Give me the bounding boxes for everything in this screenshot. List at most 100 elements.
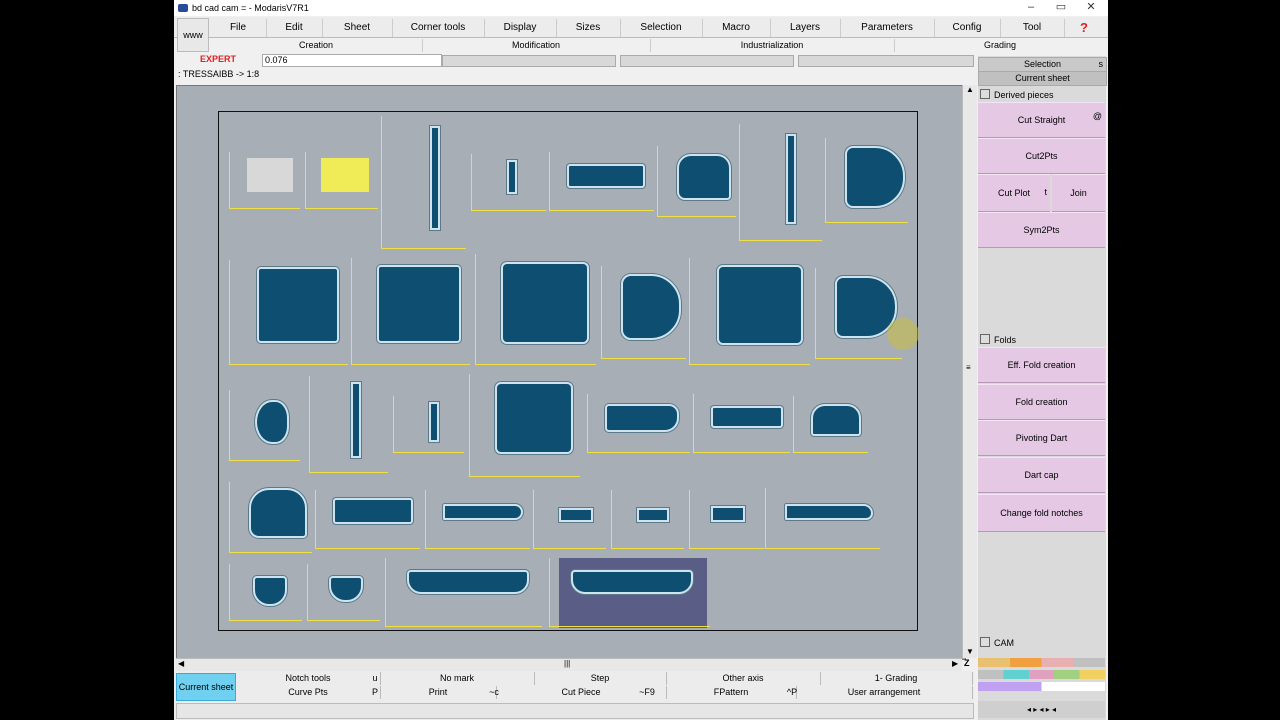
pivoting-dart-button[interactable]: Pivoting Dart xyxy=(978,420,1105,456)
pattern-piece[interactable] xyxy=(351,382,361,458)
checkbox-icon[interactable] xyxy=(980,89,990,99)
menu-macro[interactable]: Macro xyxy=(702,19,771,37)
cut-straight-label: Cut Straight xyxy=(1017,115,1066,125)
pattern-piece[interactable] xyxy=(571,570,693,594)
notch-tools-button[interactable]: Notch tools xyxy=(236,672,381,685)
pattern-piece[interactable] xyxy=(811,404,861,436)
cut-straight-button[interactable]: Cut Straight @ xyxy=(978,102,1105,138)
pattern-piece[interactable] xyxy=(253,576,287,606)
submenu-modification[interactable]: Modification xyxy=(422,39,651,52)
current-sheet-button[interactable]: Current sheet xyxy=(176,673,236,701)
pattern-piece[interactable] xyxy=(249,488,307,538)
cam-toggle[interactable]: CAM xyxy=(980,637,1014,649)
menu-selection[interactable]: Selection xyxy=(620,19,703,37)
close-button[interactable]: ✕ xyxy=(1076,0,1106,16)
menu-sheet[interactable]: Sheet xyxy=(322,19,393,37)
pattern-piece[interactable] xyxy=(495,382,573,454)
pattern-piece[interactable] xyxy=(255,400,289,444)
color-palette-3[interactable] xyxy=(978,682,1105,691)
checkbox-icon[interactable] xyxy=(980,637,990,647)
palette-navigation[interactable]: ◂ ▸ ◂ ▸ ◂ xyxy=(978,701,1105,718)
pattern-piece[interactable] xyxy=(407,570,529,594)
pattern-piece[interactable] xyxy=(567,164,645,188)
menu-edit[interactable]: Edit xyxy=(266,19,323,37)
drawing-canvas[interactable] xyxy=(176,85,966,660)
input-field-3[interactable] xyxy=(620,55,794,67)
piece-thumbnail[interactable] xyxy=(247,158,293,192)
pattern-piece[interactable] xyxy=(507,160,517,194)
grading-button[interactable]: 1- Grading xyxy=(820,672,973,685)
menu-sizes[interactable]: Sizes xyxy=(556,19,621,37)
horizontal-scrollbar[interactable]: ◀ ||| ▶ xyxy=(176,658,962,671)
pattern-piece[interactable] xyxy=(429,402,439,442)
pattern-piece[interactable] xyxy=(430,126,440,230)
menu-config[interactable]: Config xyxy=(934,19,1001,37)
menu-display[interactable]: Display xyxy=(484,19,557,37)
curve-pts-button[interactable]: Curve Pts xyxy=(236,686,381,699)
pattern-piece[interactable] xyxy=(621,274,681,340)
derived-pieces-toggle[interactable]: Derived pieces xyxy=(980,89,1054,101)
pattern-piece[interactable] xyxy=(711,406,783,428)
cut-plot-button[interactable]: Cut Plot t xyxy=(978,174,1050,212)
folds-toggle[interactable]: Folds xyxy=(980,334,1016,346)
pattern-piece[interactable] xyxy=(637,508,669,522)
pattern-piece[interactable] xyxy=(257,267,339,343)
help-icon[interactable]: ? xyxy=(1064,19,1104,37)
color-palette-1[interactable] xyxy=(978,658,1105,667)
pattern-piece[interactable] xyxy=(559,508,593,522)
scroll-right-icon[interactable]: ▶ xyxy=(952,659,958,668)
zoom-z-button[interactable]: Z xyxy=(964,658,970,668)
menu-tool[interactable]: Tool xyxy=(1000,19,1065,37)
submenu-grading[interactable]: Grading xyxy=(894,39,1106,52)
pattern-piece[interactable] xyxy=(845,146,905,208)
pattern-piece[interactable] xyxy=(677,154,731,200)
print-button[interactable]: Print xyxy=(380,686,497,699)
no-mark-button[interactable]: No mark xyxy=(380,672,535,685)
piece-thumbnail-selected[interactable] xyxy=(321,158,369,192)
www-button[interactable]: www xyxy=(177,18,209,52)
sym2pts-button[interactable]: Sym2Pts xyxy=(978,212,1105,248)
pattern-piece[interactable] xyxy=(443,504,523,520)
current-sheet-area[interactable] xyxy=(218,111,918,631)
pattern-piece[interactable] xyxy=(711,506,745,522)
pattern-piece[interactable] xyxy=(717,265,803,345)
color-palette-2[interactable] xyxy=(978,670,1105,679)
input-field-2[interactable] xyxy=(442,55,616,67)
menu-corner-tools[interactable]: Corner tools xyxy=(392,19,485,37)
pattern-piece[interactable] xyxy=(333,498,413,524)
user-arrangement-button[interactable]: User arrangement xyxy=(796,686,973,699)
fpattern-button[interactable]: FPattern xyxy=(666,686,797,699)
step-button[interactable]: Step xyxy=(534,672,667,685)
scroll-left-icon[interactable]: ◀ xyxy=(178,659,184,668)
pattern-piece[interactable] xyxy=(377,265,461,343)
other-axis-button[interactable]: Other axis xyxy=(666,672,821,685)
fold-creation-button[interactable]: Fold creation xyxy=(978,384,1105,420)
join-button[interactable]: Join xyxy=(1052,174,1105,212)
cut2pts-button[interactable]: Cut2Pts xyxy=(978,138,1105,174)
pattern-piece[interactable] xyxy=(501,262,589,344)
scroll-up-icon[interactable]: ▲ xyxy=(966,85,974,94)
pattern-piece[interactable] xyxy=(786,134,796,224)
scroll-grip-icon[interactable]: ≡ xyxy=(966,363,971,372)
menu-parameters[interactable]: Parameters xyxy=(840,19,935,37)
pattern-piece[interactable] xyxy=(605,404,679,432)
maximize-button[interactable]: ▭ xyxy=(1046,0,1076,16)
command-line[interactable] xyxy=(176,703,974,719)
menu-file[interactable]: File xyxy=(210,19,267,37)
minimize-button[interactable]: – xyxy=(1016,0,1046,16)
sidebar-selection-header[interactable]: Selection s xyxy=(978,57,1107,72)
scroll-down-icon[interactable]: ▼ xyxy=(966,647,974,656)
dart-cap-button[interactable]: Dart cap xyxy=(978,457,1105,493)
submenu-industrialization[interactable]: Industrialization xyxy=(650,39,895,52)
eff-fold-creation-button[interactable]: Eff. Fold creation xyxy=(978,347,1105,383)
change-fold-notches-button[interactable]: Change fold notches xyxy=(978,494,1105,532)
pattern-piece[interactable] xyxy=(785,504,873,520)
submenu-creation[interactable]: Creation xyxy=(210,39,423,52)
checkbox-icon[interactable] xyxy=(980,334,990,344)
scroll-hgrip-icon[interactable]: ||| xyxy=(564,659,570,668)
menu-layers[interactable]: Layers xyxy=(770,19,841,37)
input-field-4[interactable] xyxy=(798,55,974,67)
value-input[interactable]: 0.076 xyxy=(262,54,442,67)
vertical-scrollbar[interactable]: ▲ ≡ ▼ xyxy=(962,85,977,658)
sidebar-current-sheet[interactable]: Current sheet xyxy=(978,71,1107,86)
